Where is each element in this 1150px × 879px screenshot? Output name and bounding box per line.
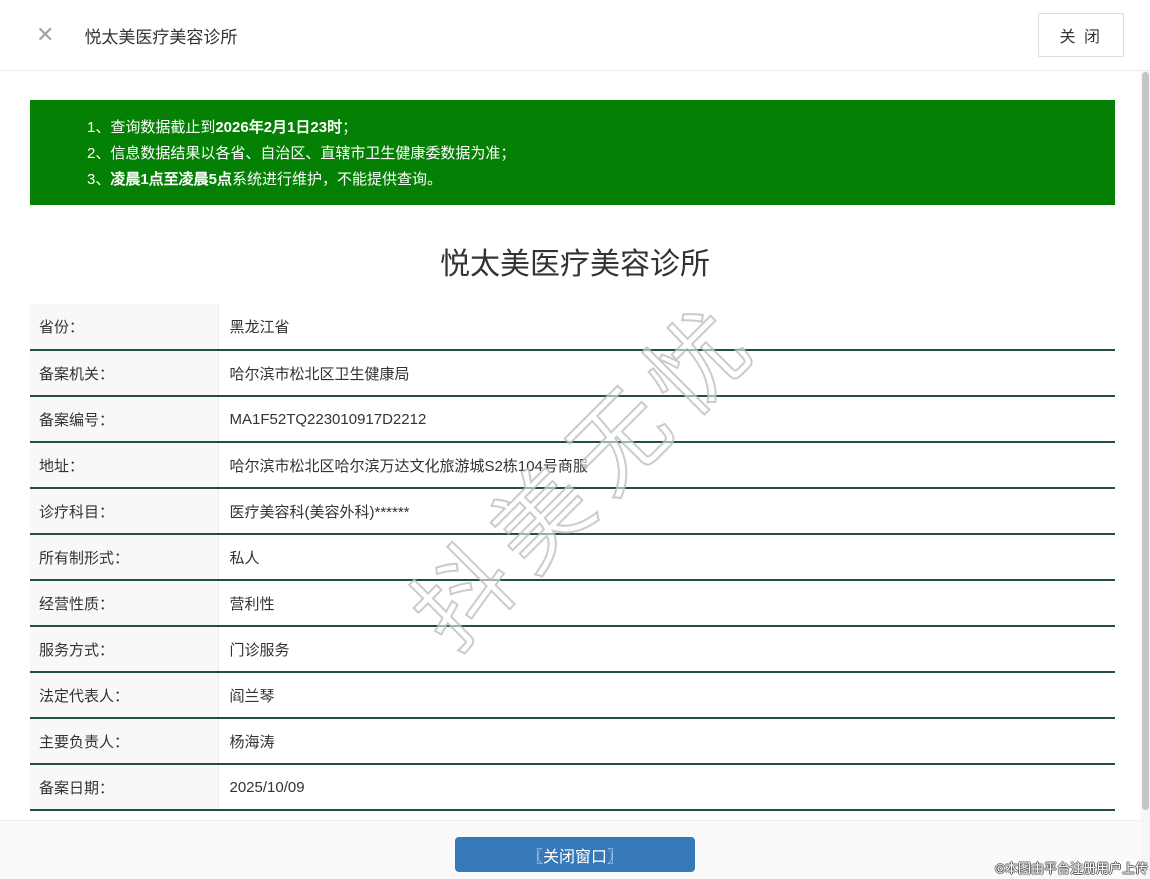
- notice-text: 1、查询数据截止到: [87, 119, 215, 136]
- scrollbar-track[interactable]: [1141, 71, 1150, 879]
- field-label: 备案机关：: [30, 350, 218, 396]
- field-label: 诊疗科目：: [30, 488, 218, 534]
- field-label: 备案编号：: [30, 396, 218, 442]
- field-label: 备案日期：: [30, 764, 218, 810]
- field-value: MA1F52TQ223010917D2212: [218, 396, 1115, 442]
- notice-text: 2、信息数据结果以各省、自治区、直辖市卫生健康委数据为准；: [87, 145, 515, 162]
- table-row: 省份：黑龙江省: [30, 304, 1115, 350]
- field-value: 哈尔滨市松北区哈尔滨万达文化旅游城S2栋104号商服: [218, 442, 1115, 488]
- field-value: 门诊服务: [218, 626, 1115, 672]
- table-row: 法定代表人：阎兰琴: [30, 672, 1115, 718]
- table-row: 所有制形式：私人: [30, 534, 1115, 580]
- field-label: 地址：: [30, 442, 218, 488]
- close-x-icon[interactable]: ✕: [36, 24, 54, 46]
- field-label: 服务方式：: [30, 626, 218, 672]
- close-window-button[interactable]: 〖关闭窗口〗: [455, 837, 695, 872]
- notice-text: ；: [342, 119, 357, 136]
- notice-text: 3、: [87, 171, 110, 188]
- notice-line: 1、查询数据截止到2026年2月1日23时；: [87, 115, 1095, 141]
- table-row: 备案编号：MA1F52TQ223010917D2212: [30, 396, 1115, 442]
- page-title: 悦太美医疗美容诊所: [0, 239, 1150, 283]
- field-value: 营利性: [218, 580, 1115, 626]
- field-label: 省份：: [30, 304, 218, 350]
- table-row: 诊疗科目：医疗美容科(美容外科)******: [30, 488, 1115, 534]
- close-button[interactable]: 关 闭: [1038, 13, 1124, 57]
- notice-bold-text: 凌晨1点至凌晨5点: [110, 171, 232, 188]
- table-row: 备案机关：哈尔滨市松北区卫生健康局: [30, 350, 1115, 396]
- field-value: 私人: [218, 534, 1115, 580]
- scrollbar-thumb[interactable]: [1142, 72, 1149, 810]
- record-table: 省份：黑龙江省 备案机关：哈尔滨市松北区卫生健康局 备案编号：MA1F52TQ2…: [30, 304, 1115, 811]
- field-value: 2025/10/09: [218, 764, 1115, 810]
- field-label: 法定代表人：: [30, 672, 218, 718]
- field-value: 哈尔滨市松北区卫生健康局: [218, 350, 1115, 396]
- footer: 〖关闭窗口〗: [0, 820, 1150, 879]
- field-value: 医疗美容科(美容外科)******: [218, 488, 1115, 534]
- field-label: 所有制形式：: [30, 534, 218, 580]
- notice-line: 2、信息数据结果以各省、自治区、直辖市卫生健康委数据为准；: [87, 141, 1095, 167]
- field-value: 阎兰琴: [218, 672, 1115, 718]
- table-row: 主要负责人：杨海涛: [30, 718, 1115, 764]
- notice-bold-text: 2026年2月1日23时: [215, 119, 342, 136]
- field-value: 杨海涛: [218, 718, 1115, 764]
- notice-banner: 1、查询数据截止到2026年2月1日23时； 2、信息数据结果以各省、自治区、直…: [30, 100, 1115, 205]
- table-row: 备案日期：2025/10/09: [30, 764, 1115, 810]
- table-row: 经营性质：营利性: [30, 580, 1115, 626]
- field-value: 黑龙江省: [218, 304, 1115, 350]
- notice-text: 系统进行维护，不能提供查询。: [232, 171, 442, 188]
- field-label: 经营性质：: [30, 580, 218, 626]
- window-title: 悦太美医疗美容诊所: [84, 23, 237, 48]
- table-row: 地址：哈尔滨市松北区哈尔滨万达文化旅游城S2栋104号商服: [30, 442, 1115, 488]
- field-label: 主要负责人：: [30, 718, 218, 764]
- copyright-watermark: ©本图由平台注册用户上传: [995, 858, 1148, 877]
- notice-line: 3、凌晨1点至凌晨5点系统进行维护，不能提供查询。: [87, 167, 1095, 193]
- topbar: ✕ 悦太美医疗美容诊所 关 闭: [0, 0, 1150, 71]
- table-row: 服务方式：门诊服务: [30, 626, 1115, 672]
